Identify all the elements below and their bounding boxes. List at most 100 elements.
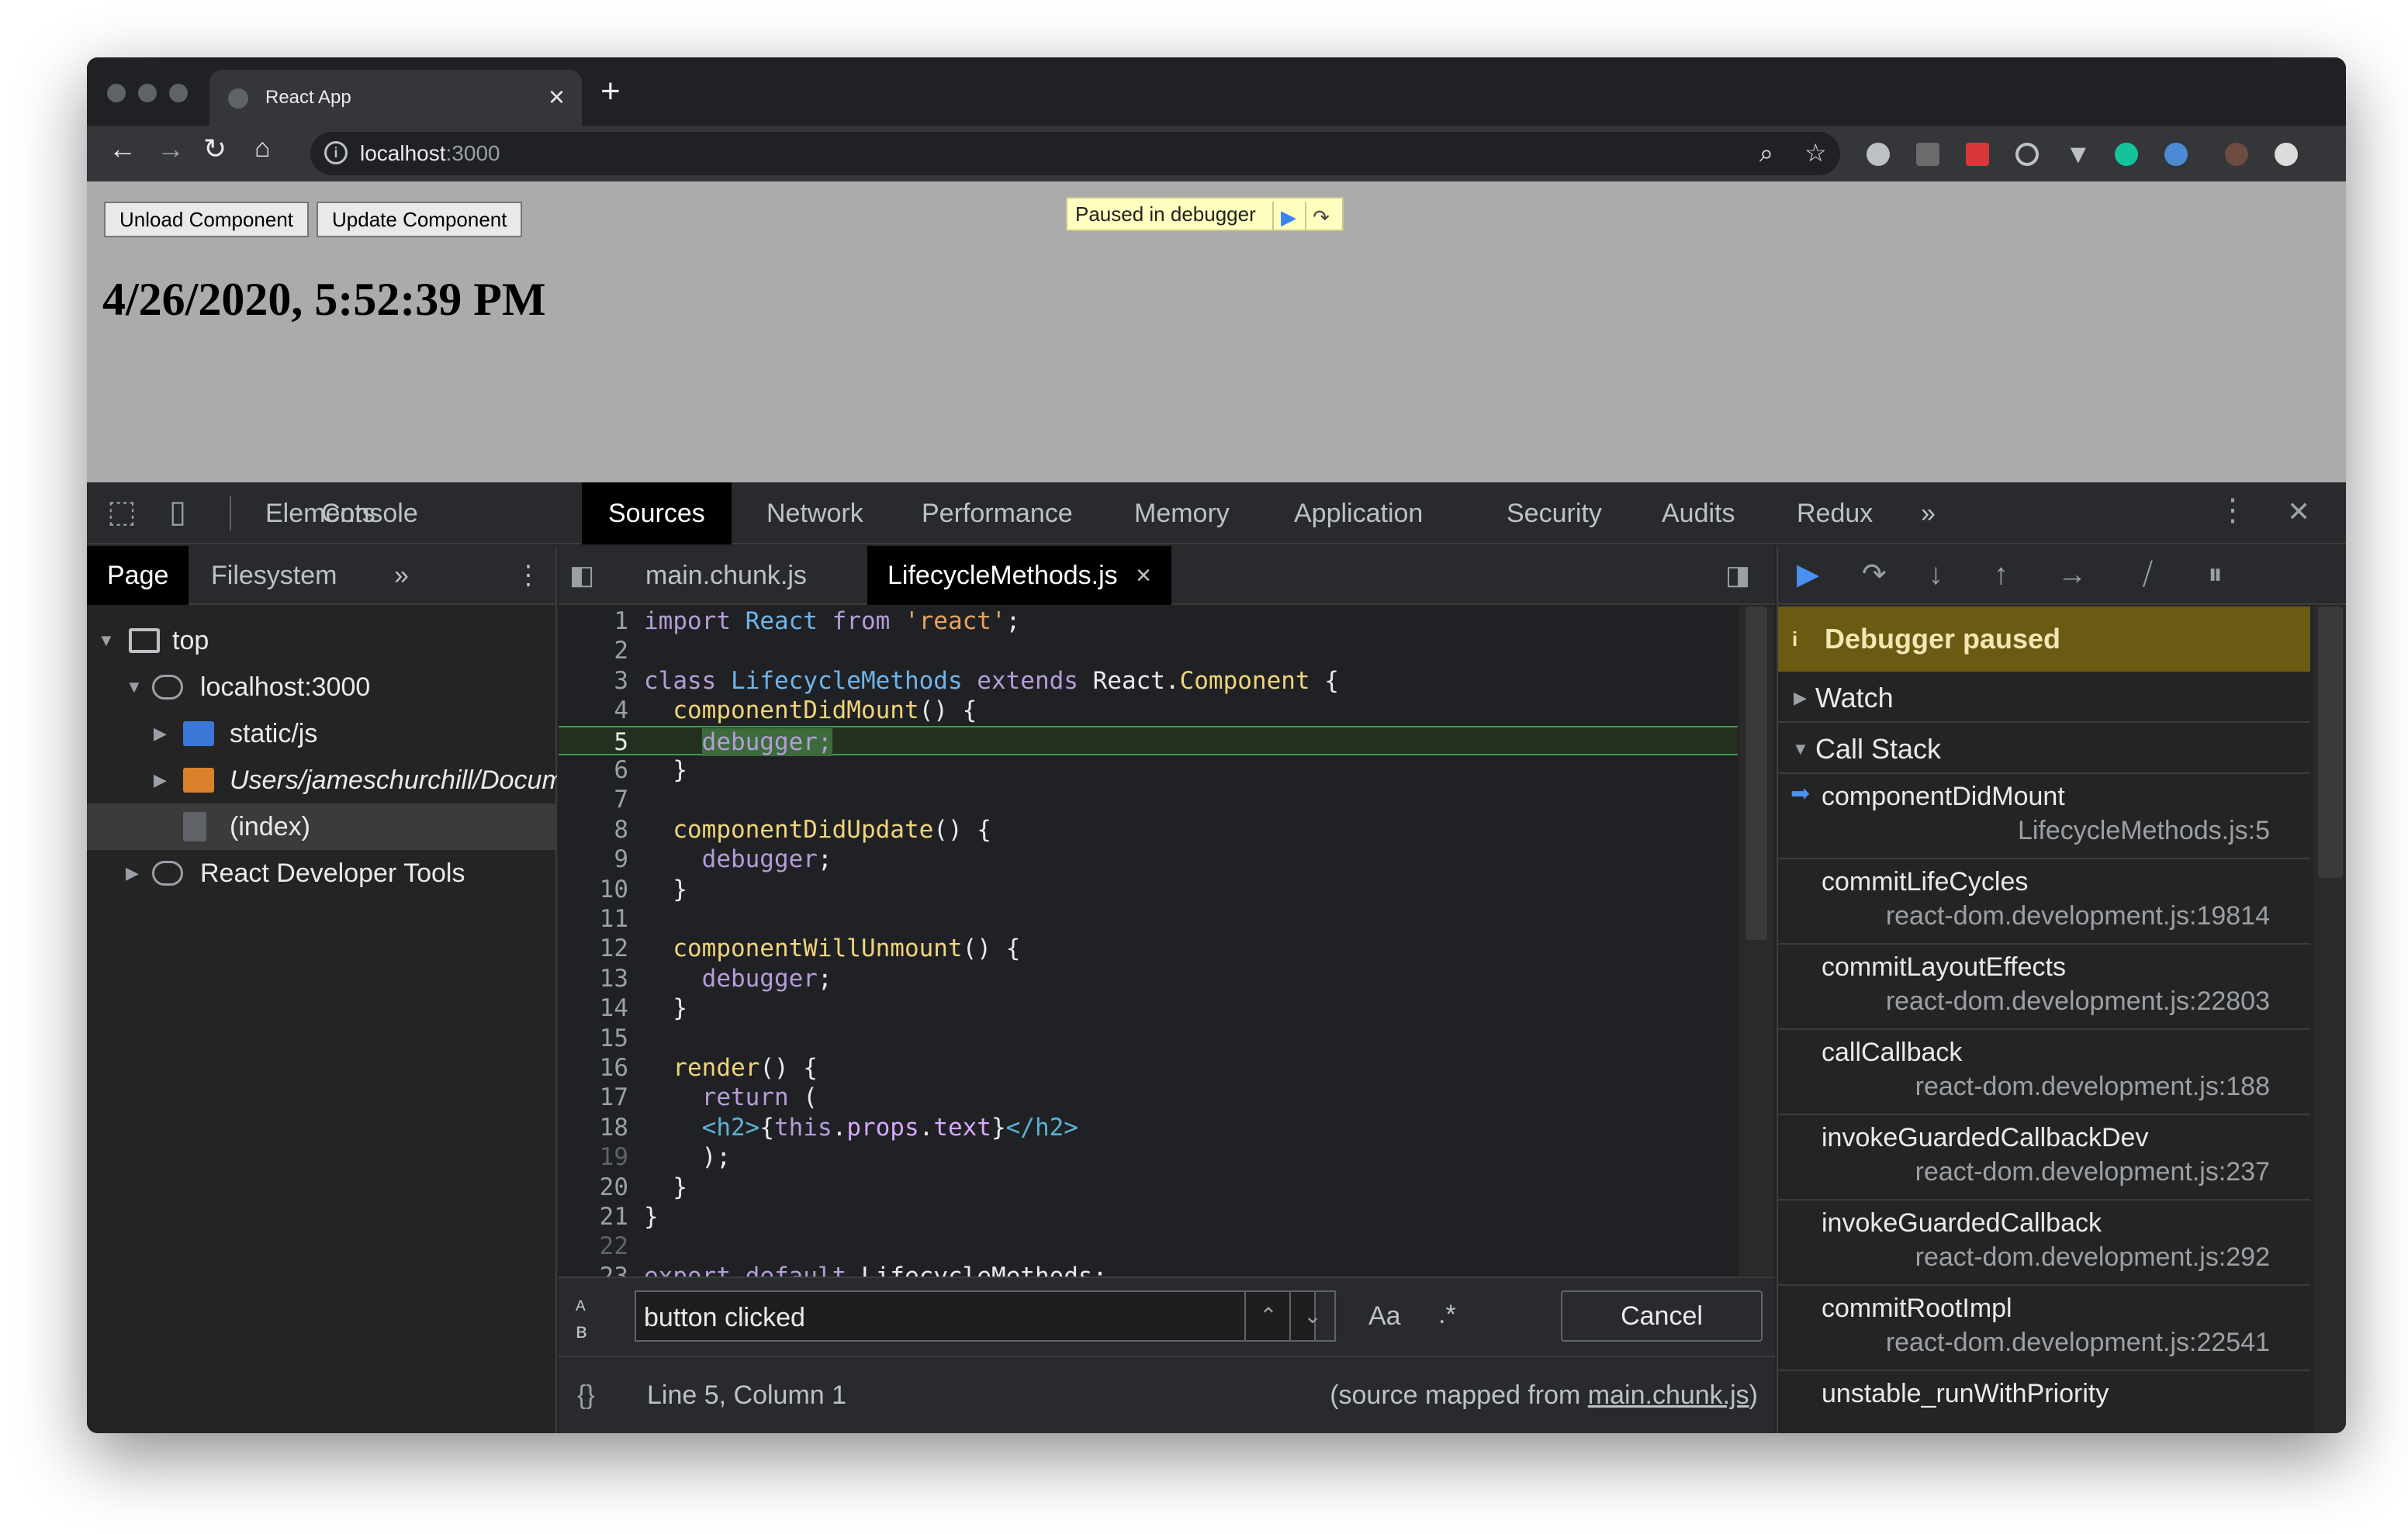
- replace-toggle-icon[interactable]: ᴬʙ: [576, 1298, 587, 1342]
- call-frame[interactable]: commitLifeCycles react-dom.development.j…: [1778, 861, 2310, 945]
- collapsed-arrow-icon[interactable]: ▶: [154, 710, 167, 757]
- tab-redux[interactable]: Redux: [1770, 482, 1899, 544]
- tab-network[interactable]: Network: [740, 482, 890, 544]
- extension-blue-icon[interactable]: [2164, 143, 2188, 166]
- call-frame-name: invokeGuardedCallback: [1822, 1208, 2102, 1238]
- tree-item-users-folder[interactable]: ▶ Users/jameschurchill/Documents: [87, 757, 557, 803]
- call-stack-section-header[interactable]: ▼ Call Stack: [1778, 724, 2310, 774]
- close-window-control[interactable]: [107, 84, 126, 102]
- collapsed-arrow-icon[interactable]: ▶: [154, 757, 167, 803]
- minimize-window-control[interactable]: [138, 84, 157, 102]
- tree-item-static-js[interactable]: ▶ static/js: [87, 710, 557, 757]
- browser-tab[interactable]: React App ×: [209, 70, 582, 126]
- tab-security[interactable]: Security: [1480, 482, 1628, 544]
- tab-audits[interactable]: Audits: [1635, 482, 1762, 544]
- step-icon[interactable]: →: [2057, 560, 2087, 589]
- call-frame[interactable]: unstable_runWithPriority: [1778, 1373, 2310, 1433]
- sources-navigator: Page Filesystem » ⋮ ▼ top ▼ localhost:30…: [87, 546, 557, 1433]
- new-tab-button[interactable]: +: [600, 74, 621, 109]
- resume-icon[interactable]: ▶: [1797, 560, 1819, 589]
- tab-sources[interactable]: Sources: [582, 482, 732, 544]
- tree-item-localhost[interactable]: ▼ localhost:3000: [87, 664, 557, 710]
- editor-scrollbar[interactable]: [1739, 606, 1773, 1277]
- back-arrow-icon[interactable]: ←: [109, 135, 137, 163]
- tree-item-index[interactable]: (index): [87, 803, 557, 850]
- pause-on-exceptions-icon[interactable]: ⏸: [2208, 560, 2223, 589]
- toggle-navigator-icon[interactable]: ◧: [559, 546, 605, 605]
- match-case-toggle[interactable]: Aa: [1368, 1301, 1401, 1332]
- tab-page[interactable]: Page: [87, 546, 189, 605]
- search-previous-icon[interactable]: ⌃: [1244, 1290, 1291, 1342]
- maximize-window-control[interactable]: [169, 84, 188, 102]
- bookmark-star-icon[interactable]: ☆: [1804, 138, 1827, 168]
- overlay-resume-icon[interactable]: ▶: [1272, 202, 1303, 230]
- tab-filesystem[interactable]: Filesystem: [191, 546, 357, 605]
- extension-grammarly-icon[interactable]: [2115, 143, 2138, 166]
- tab-close-icon[interactable]: ×: [548, 81, 565, 113]
- profile-avatar[interactable]: [2225, 143, 2248, 166]
- search-next-icon[interactable]: ⌄: [1289, 1290, 1336, 1342]
- navigator-kebab-icon[interactable]: ⋮: [495, 546, 562, 605]
- call-frame-active[interactable]: ➡ componentDidMount LifecycleMethods.js:…: [1778, 776, 2310, 859]
- step-over-icon[interactable]: ↷: [1862, 560, 1887, 589]
- overlay-step-over-icon[interactable]: ↷: [1305, 202, 1336, 230]
- home-icon[interactable]: ⌂: [254, 135, 271, 161]
- deactivate-breakpoints-icon[interactable]: ⧸: [2143, 560, 2153, 589]
- cancel-search-button[interactable]: Cancel: [1561, 1290, 1763, 1342]
- tree-item-top[interactable]: ▼ top: [87, 617, 557, 664]
- tab-performance[interactable]: Performance: [895, 482, 1099, 544]
- call-frame[interactable]: invokeGuardedCallbackDev react-dom.devel…: [1778, 1117, 2310, 1201]
- step-into-icon[interactable]: ↓: [1929, 560, 1943, 589]
- tab-lifecycle-methods[interactable]: LifecycleMethods.js ×: [867, 546, 1171, 605]
- cloud-icon: [152, 675, 183, 700]
- expand-arrow-icon[interactable]: ▼: [98, 617, 115, 664]
- close-devtools-icon[interactable]: ✕: [2287, 498, 2310, 526]
- code-line: 1 import React from 'react';: [614, 607, 1021, 635]
- editor-tab-close-icon[interactable]: ×: [1136, 561, 1151, 590]
- source-code[interactable]: 1 import React from 'react'; 2 3 class Lif…: [559, 606, 1738, 1277]
- reload-icon[interactable]: ↻: [203, 135, 227, 163]
- pretty-print-icon[interactable]: {}: [577, 1380, 595, 1411]
- device-toolbar-icon[interactable]: ▯: [169, 496, 186, 527]
- zoom-icon[interactable]: ⌕: [1759, 138, 1773, 168]
- tree-item-react-devtools[interactable]: ▶ React Developer Tools: [87, 850, 557, 897]
- code-line: 13 debugger;: [599, 964, 832, 993]
- source-map-link[interactable]: main.chunk.js: [1588, 1380, 1749, 1410]
- unload-component-button[interactable]: Unload Component: [104, 202, 310, 237]
- toggle-debugger-icon[interactable]: ◨: [1705, 546, 1770, 605]
- watch-section-header[interactable]: ▶ Watch: [1778, 673, 2310, 723]
- navigator-more-icon[interactable]: »: [374, 546, 429, 605]
- collapsed-arrow-icon[interactable]: ▶: [126, 850, 139, 897]
- step-out-icon[interactable]: ↑: [1994, 560, 2008, 589]
- call-frame[interactable]: callCallback react-dom.development.js:18…: [1778, 1031, 2310, 1115]
- tab-memory[interactable]: Memory: [1108, 482, 1256, 544]
- regex-toggle[interactable]: .*: [1438, 1300, 1456, 1330]
- scrollbar-thumb[interactable]: [1745, 606, 1767, 940]
- scrollbar-thumb[interactable]: [2318, 606, 2343, 878]
- extension-target-icon[interactable]: [2015, 143, 2039, 166]
- call-frame[interactable]: commitLayoutEffects react-dom.developmen…: [1778, 946, 2310, 1030]
- tab-console[interactable]: Console: [295, 482, 445, 544]
- call-frame[interactable]: invokeGuardedCallback react-dom.developm…: [1778, 1202, 2310, 1286]
- site-info-icon[interactable]: i: [324, 141, 348, 164]
- extension-mail-icon[interactable]: [1916, 143, 1939, 166]
- expand-arrow-icon[interactable]: ▼: [126, 664, 143, 710]
- search-input[interactable]: button clicked: [635, 1290, 1316, 1342]
- inspect-element-icon[interactable]: ⬚: [107, 496, 137, 527]
- tree-item-label: (index): [230, 812, 310, 841]
- debugger-paused-label: Debugger paused: [1825, 623, 2061, 655]
- more-tabs-icon[interactable]: »: [1894, 482, 1962, 544]
- kebab-menu-icon[interactable]: ⋮: [2217, 495, 2248, 526]
- sidebar-scrollbar[interactable]: [2313, 606, 2346, 1433]
- address-bar[interactable]: i localhost:3000 ⌕ ☆: [310, 132, 1840, 175]
- code-line: 10 }: [599, 875, 687, 903]
- account-icon[interactable]: [2275, 143, 2298, 166]
- extension-chat-icon[interactable]: [1867, 143, 1890, 166]
- forward-arrow-icon[interactable]: →: [157, 135, 185, 163]
- update-component-button[interactable]: Update Component: [317, 202, 523, 237]
- extension-red-icon[interactable]: [1966, 143, 1989, 166]
- tab-main-chunk[interactable]: main.chunk.js: [625, 546, 827, 605]
- tab-application[interactable]: Application: [1268, 482, 1449, 544]
- extension-vue-icon[interactable]: ▼: [2065, 141, 2091, 168]
- call-frame[interactable]: commitRootImpl react-dom.development.js:…: [1778, 1287, 2310, 1371]
